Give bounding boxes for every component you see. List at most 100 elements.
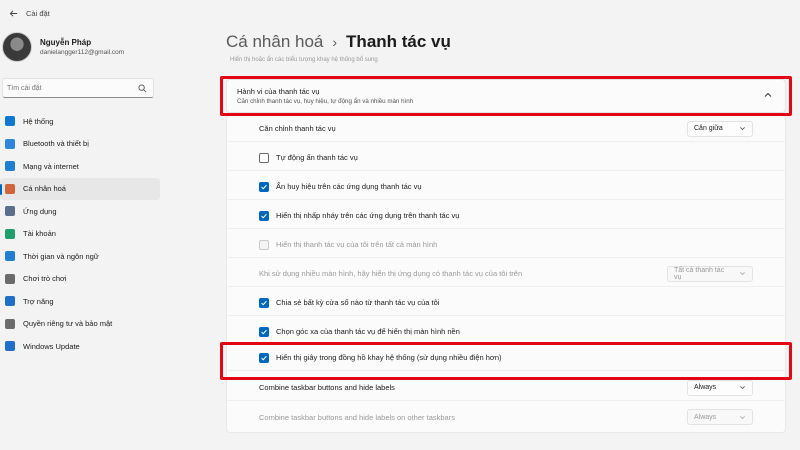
- share-window-row[interactable]: Chia sẻ bất kỳ cửa sổ nào từ thanh tác v…: [227, 290, 787, 316]
- seconds-clock-checkbox[interactable]: [259, 352, 269, 363]
- checkmark-icon: [261, 300, 267, 306]
- multi-display-row: Khi sử dụng nhiều màn hình, hãy hiển thị…: [227, 261, 787, 287]
- sidebar-item-label: Thời gian và ngôn ngữ: [23, 251, 99, 261]
- far-corner-label: Chọn góc xa của thanh tác vụ để hiển thị…: [276, 327, 460, 336]
- taskbar-behaviors-header[interactable]: Hành vi của thanh tác vụ Căn chỉnh thanh…: [226, 79, 786, 113]
- section-subtitle: Căn chỉnh thanh tác vụ, huy hiệu, tự độn…: [237, 98, 414, 105]
- far-corner-row[interactable]: Chọn góc xa của thanh tác vụ để hiển thị…: [227, 319, 787, 345]
- back-button[interactable]: [0, 0, 26, 26]
- breadcrumb: Cá nhân hoá › Thanh tác vụ: [226, 32, 451, 52]
- system-icon: [5, 116, 15, 127]
- window-title: Cài đặt: [26, 8, 50, 18]
- sidebar-item-label: Quyền riêng tư và bảo mật: [23, 319, 113, 329]
- badges-row[interactable]: Ẩn huy hiệu trên các ứng dụng thanh tác …: [227, 174, 787, 200]
- network-icon: [5, 161, 15, 172]
- privacy-icon: [5, 318, 15, 329]
- chevron-down-icon: [740, 386, 745, 390]
- combine-other-label: Combine taskbar buttons and hide labels …: [259, 412, 455, 422]
- avatar: [2, 32, 32, 62]
- checkmark-icon: [261, 355, 267, 361]
- sidebar-item-label: Hệ thống: [23, 116, 54, 126]
- accessibility-icon: [5, 296, 15, 307]
- combine-label: Combine taskbar buttons and hide labels: [259, 383, 395, 392]
- sidebar-item[interactable]: Mạng và internet: [0, 155, 160, 178]
- sidebar-item[interactable]: Tài khoản: [0, 223, 160, 246]
- sidebar: Nguyễn Pháp danielangger112@gmail.com Tì…: [0, 26, 160, 450]
- sidebar-nav: Hệ thống Bluetooth và thiết bị Mạng và int…: [0, 110, 160, 358]
- all-displays-checkbox: [259, 239, 269, 250]
- combine-other-row: Combine taskbar buttons and hide labels …: [227, 404, 787, 430]
- profile-email: danielangger112@gmail.com: [40, 49, 125, 56]
- combine-other-dropdown: Always: [687, 409, 753, 425]
- alignment-label: Căn chỉnh thanh tác vụ: [259, 124, 336, 133]
- bluetooth-icon: [5, 138, 15, 149]
- multi-display-label: Khi sử dụng nhiều màn hình, hãy hiển thị…: [259, 269, 523, 278]
- search-input[interactable]: Tìm cài đặt: [2, 78, 154, 98]
- combine-other-value: Always: [694, 413, 717, 421]
- multi-display-dropdown: Tất cả thanh tác vụ: [667, 265, 753, 282]
- breadcrumb-parent[interactable]: Cá nhân hoá: [226, 32, 323, 52]
- sidebar-item[interactable]: Hệ thống: [0, 110, 160, 133]
- chevron-up-icon[interactable]: [763, 90, 773, 100]
- section-title: Hành vi của thanh tác vụ: [237, 87, 320, 96]
- alignment-value: Căn giữa: [694, 125, 723, 132]
- sidebar-item-label: Bluetooth và thiết bị: [23, 139, 89, 149]
- checkmark-icon: [261, 329, 267, 335]
- checkmark-icon: [261, 213, 267, 219]
- all-displays-row: Hiển thị thanh tác vụ của tôi trên tất c…: [227, 232, 787, 258]
- sidebar-item[interactable]: Ứng dụng: [0, 200, 160, 223]
- seconds-clock-row[interactable]: Hiển thị giây trong đồng hồ khay hệ thốn…: [227, 345, 787, 371]
- sidebar-item-label: Windows Update: [23, 341, 80, 351]
- chevron-down-icon: [740, 127, 745, 131]
- auto-hide-label: Tự động ẩn thanh tác vụ: [276, 153, 358, 162]
- combine-row: Combine taskbar buttons and hide labels …: [227, 375, 787, 401]
- personalization-icon: [5, 183, 15, 194]
- sidebar-item-label: Trợ năng: [23, 296, 54, 306]
- sidebar-item[interactable]: Trợ năng: [0, 290, 160, 313]
- checkmark-icon: [261, 184, 267, 190]
- gaming-icon: [5, 273, 15, 284]
- far-corner-checkbox[interactable]: [259, 326, 269, 337]
- flashing-row[interactable]: Hiển thị nhấp nháy trên các ứng dụng trê…: [227, 203, 787, 229]
- page-title: Thanh tác vụ: [346, 32, 451, 51]
- flashing-label: Hiển thị nhấp nháy trên các ứng dụng trê…: [276, 211, 460, 220]
- badges-label: Ẩn huy hiệu trên các ứng dụng thanh tác …: [276, 182, 422, 191]
- seconds-clock-label: Hiển thị giây trong đồng hồ khay hệ thốn…: [276, 353, 502, 362]
- accounts-icon: [5, 228, 15, 239]
- sidebar-item-label: Ứng dụng: [23, 206, 57, 216]
- sidebar-item[interactable]: Windows Update: [0, 335, 160, 358]
- windows-update-icon: [5, 341, 15, 352]
- taskbar-behaviors-panel: Căn chỉnh thanh tác vụ Căn giữa Tự động …: [226, 115, 787, 433]
- share-window-label: Chia sẻ bất kỳ cửa sổ nào từ thanh tác v…: [276, 298, 440, 307]
- breadcrumb-separator: ›: [332, 34, 338, 50]
- combine-value: Always: [694, 384, 717, 391]
- tray-icons-caption: Hiển thị hoặc ẩn các biểu tượng khay hệ …: [230, 57, 378, 63]
- sidebar-item-label: Chơi trò chơi: [23, 274, 67, 284]
- combine-dropdown[interactable]: Always: [687, 379, 753, 396]
- back-arrow-icon: [9, 9, 17, 17]
- profile-name: Nguyễn Pháp: [40, 38, 92, 47]
- chevron-down-icon: [740, 272, 745, 276]
- all-displays-label: Hiển thị thanh tác vụ của tôi trên tất c…: [276, 240, 438, 249]
- title-bar: Cài đặt: [0, 0, 800, 26]
- profile[interactable]: Nguyễn Pháp danielangger112@gmail.com: [2, 32, 124, 62]
- search-icon: [138, 83, 147, 92]
- sidebar-item[interactable]: Cá nhân hoá: [0, 177, 160, 200]
- time-language-icon: [5, 251, 15, 262]
- share-window-checkbox[interactable]: [259, 297, 269, 308]
- auto-hide-row[interactable]: Tự động ẩn thanh tác vụ: [227, 145, 787, 171]
- sidebar-item[interactable]: Chơi trò chơi: [0, 268, 160, 291]
- search-placeholder: Tìm cài đặt: [7, 84, 42, 92]
- flashing-checkbox[interactable]: [259, 210, 269, 221]
- apps-icon: [5, 206, 15, 217]
- auto-hide-checkbox[interactable]: [259, 152, 269, 163]
- multi-display-value: Tất cả thanh tác vụ: [674, 266, 725, 281]
- sidebar-item[interactable]: Quyền riêng tư và bảo mật: [0, 313, 160, 336]
- sidebar-item[interactable]: Bluetooth và thiết bị: [0, 133, 160, 156]
- badges-checkbox[interactable]: [259, 181, 269, 192]
- sidebar-item[interactable]: Thời gian và ngôn ngữ: [0, 245, 160, 268]
- sidebar-item-label: Cá nhân hoá: [23, 184, 66, 194]
- sidebar-item-label: Mạng và internet: [23, 161, 79, 171]
- sidebar-item-label: Tài khoản: [23, 229, 56, 239]
- alignment-dropdown[interactable]: Căn giữa: [687, 120, 753, 137]
